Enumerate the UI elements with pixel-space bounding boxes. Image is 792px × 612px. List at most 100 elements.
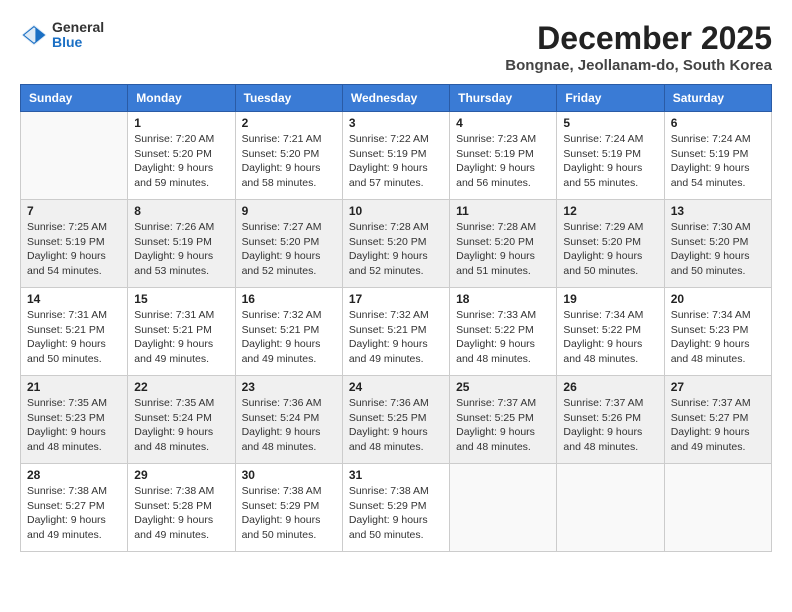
day-number: 13	[671, 204, 765, 218]
calendar-day-cell: 21Sunrise: 7:35 AMSunset: 5:23 PMDayligh…	[21, 376, 128, 464]
calendar-day-cell: 4 Sunrise: 7:23 AMSunset: 5:19 PMDaylight…	[450, 112, 557, 200]
calendar-day-cell: 23 Sunrise: 7:36 AMSunset: 5:24 PMDayligh…	[235, 376, 342, 464]
calendar-table: SundayMondayTuesdayWednesdayThursdayFrid…	[20, 84, 772, 552]
day-number: 6	[671, 116, 765, 130]
day-number: 12	[563, 204, 657, 218]
day-number: 18	[456, 292, 550, 306]
header-saturday: Saturday	[664, 85, 771, 112]
day-info: Sunrise: 7:22 AMSunset: 5:19 PMDaylight:…	[349, 132, 443, 191]
page-header: General Blue December 2025 Bongnae, Jeol…	[20, 20, 772, 74]
calendar-week-row: 28 Sunrise: 7:38 AMSunset: 5:27 PMDayligh…	[21, 464, 772, 552]
day-number: 3	[349, 116, 443, 130]
day-info: Sunrise: 7:24 AMSunset: 5:19 PMDaylight:…	[563, 132, 657, 191]
day-info: Sunrise: 7:37 AMSunset: 5:26 PMDaylight:…	[563, 396, 657, 455]
day-info: Sunrise: 7:33 AMSunset: 5:22 PMDaylight:…	[456, 308, 550, 367]
day-number: 11	[456, 204, 550, 218]
day-number: 10	[349, 204, 443, 218]
day-number: 24	[349, 380, 443, 394]
day-number: 31	[349, 468, 443, 482]
calendar-day-cell: 6Sunrise: 7:24 AMSunset: 5:19 PMDaylight…	[664, 112, 771, 200]
header-friday: Friday	[557, 85, 664, 112]
calendar-day-cell: 16 Sunrise: 7:32 AMSunset: 5:21 PMDayligh…	[235, 288, 342, 376]
day-number: 21	[27, 380, 121, 394]
header-sunday: Sunday	[21, 85, 128, 112]
day-info: Sunrise: 7:38 AMSunset: 5:27 PMDaylight:…	[27, 484, 121, 543]
day-number: 22	[134, 380, 228, 394]
logo-blue-text: Blue	[52, 35, 104, 50]
day-info: Sunrise: 7:38 AMSunset: 5:29 PMDaylight:…	[242, 484, 336, 543]
calendar-day-cell: 26 Sunrise: 7:37 AMSunset: 5:26 PMDayligh…	[557, 376, 664, 464]
day-number: 26	[563, 380, 657, 394]
day-number: 15	[134, 292, 228, 306]
header-tuesday: Tuesday	[235, 85, 342, 112]
calendar-day-cell: 13Sunrise: 7:30 AMSunset: 5:20 PMDayligh…	[664, 200, 771, 288]
day-number: 8	[134, 204, 228, 218]
day-number: 19	[563, 292, 657, 306]
calendar-day-cell: 30 Sunrise: 7:38 AMSunset: 5:29 PMDayligh…	[235, 464, 342, 552]
day-number: 2	[242, 116, 336, 130]
calendar-day-cell: 19Sunrise: 7:34 AMSunset: 5:22 PMDayligh…	[557, 288, 664, 376]
day-info: Sunrise: 7:37 AMSunset: 5:25 PMDaylight:…	[456, 396, 550, 455]
header-wednesday: Wednesday	[342, 85, 449, 112]
calendar-day-cell: 2 Sunrise: 7:21 AMSunset: 5:20 PMDaylight…	[235, 112, 342, 200]
calendar-week-row: 1Sunrise: 7:20 AMSunset: 5:20 PMDaylight…	[21, 112, 772, 200]
calendar-day-cell: 22Sunrise: 7:35 AMSunset: 5:24 PMDayligh…	[128, 376, 235, 464]
calendar-week-row: 14 Sunrise: 7:31 AMSunset: 5:21 PMDayligh…	[21, 288, 772, 376]
logo: General Blue	[20, 20, 104, 51]
day-number: 30	[242, 468, 336, 482]
day-number: 25	[456, 380, 550, 394]
calendar-day-cell: 25 Sunrise: 7:37 AMSunset: 5:25 PMDayligh…	[450, 376, 557, 464]
location-text: Bongnae, Jeollanam-do, South Korea	[505, 57, 772, 74]
day-info: Sunrise: 7:38 AMSunset: 5:28 PMDaylight:…	[134, 484, 228, 543]
calendar-day-cell: 8 Sunrise: 7:26 AMSunset: 5:19 PMDaylight…	[128, 200, 235, 288]
calendar-day-cell: 1Sunrise: 7:20 AMSunset: 5:20 PMDaylight…	[128, 112, 235, 200]
day-info: Sunrise: 7:21 AMSunset: 5:20 PMDaylight:…	[242, 132, 336, 191]
calendar-day-cell: 5 Sunrise: 7:24 AMSunset: 5:19 PMDaylight…	[557, 112, 664, 200]
calendar-day-cell	[21, 112, 128, 200]
calendar-day-cell: 29Sunrise: 7:38 AMSunset: 5:28 PMDayligh…	[128, 464, 235, 552]
calendar-week-row: 21Sunrise: 7:35 AMSunset: 5:23 PMDayligh…	[21, 376, 772, 464]
day-info: Sunrise: 7:34 AMSunset: 5:23 PMDaylight:…	[671, 308, 765, 367]
calendar-header-row: SundayMondayTuesdayWednesdayThursdayFrid…	[21, 85, 772, 112]
day-info: Sunrise: 7:31 AMSunset: 5:21 PMDaylight:…	[134, 308, 228, 367]
day-number: 4	[456, 116, 550, 130]
day-number: 23	[242, 380, 336, 394]
calendar-day-cell: 9 Sunrise: 7:27 AMSunset: 5:20 PMDaylight…	[235, 200, 342, 288]
day-info: Sunrise: 7:32 AMSunset: 5:21 PMDaylight:…	[349, 308, 443, 367]
day-number: 16	[242, 292, 336, 306]
day-info: Sunrise: 7:36 AMSunset: 5:25 PMDaylight:…	[349, 396, 443, 455]
day-number: 20	[671, 292, 765, 306]
calendar-day-cell: 11Sunrise: 7:28 AMSunset: 5:20 PMDayligh…	[450, 200, 557, 288]
calendar-day-cell: 15 Sunrise: 7:31 AMSunset: 5:21 PMDayligh…	[128, 288, 235, 376]
month-title: December 2025	[505, 20, 772, 57]
day-number: 7	[27, 204, 121, 218]
day-info: Sunrise: 7:23 AMSunset: 5:19 PMDaylight:…	[456, 132, 550, 191]
header-monday: Monday	[128, 85, 235, 112]
calendar-day-cell	[664, 464, 771, 552]
day-info: Sunrise: 7:32 AMSunset: 5:21 PMDaylight:…	[242, 308, 336, 367]
calendar-day-cell	[557, 464, 664, 552]
header-thursday: Thursday	[450, 85, 557, 112]
day-number: 5	[563, 116, 657, 130]
day-info: Sunrise: 7:25 AMSunset: 5:19 PMDaylight:…	[27, 220, 121, 279]
calendar-day-cell: 7 Sunrise: 7:25 AMSunset: 5:19 PMDaylight…	[21, 200, 128, 288]
day-number: 14	[27, 292, 121, 306]
day-info: Sunrise: 7:38 AMSunset: 5:29 PMDaylight:…	[349, 484, 443, 543]
day-info: Sunrise: 7:20 AMSunset: 5:20 PMDaylight:…	[134, 132, 228, 191]
calendar-day-cell: 28 Sunrise: 7:38 AMSunset: 5:27 PMDayligh…	[21, 464, 128, 552]
day-info: Sunrise: 7:26 AMSunset: 5:19 PMDaylight:…	[134, 220, 228, 279]
calendar-day-cell: 27Sunrise: 7:37 AMSunset: 5:27 PMDayligh…	[664, 376, 771, 464]
calendar-day-cell: 20 Sunrise: 7:34 AMSunset: 5:23 PMDayligh…	[664, 288, 771, 376]
day-info: Sunrise: 7:29 AMSunset: 5:20 PMDaylight:…	[563, 220, 657, 279]
day-number: 28	[27, 468, 121, 482]
title-block: December 2025 Bongnae, Jeollanam-do, Sou…	[505, 20, 772, 74]
calendar-day-cell: 10Sunrise: 7:28 AMSunset: 5:20 PMDayligh…	[342, 200, 449, 288]
day-info: Sunrise: 7:36 AMSunset: 5:24 PMDaylight:…	[242, 396, 336, 455]
day-info: Sunrise: 7:27 AMSunset: 5:20 PMDaylight:…	[242, 220, 336, 279]
calendar-day-cell: 18 Sunrise: 7:33 AMSunset: 5:22 PMDayligh…	[450, 288, 557, 376]
calendar-day-cell: 17Sunrise: 7:32 AMSunset: 5:21 PMDayligh…	[342, 288, 449, 376]
calendar-day-cell: 24 Sunrise: 7:36 AMSunset: 5:25 PMDayligh…	[342, 376, 449, 464]
day-info: Sunrise: 7:31 AMSunset: 5:21 PMDaylight:…	[27, 308, 121, 367]
day-number: 9	[242, 204, 336, 218]
logo-text: General Blue	[52, 20, 104, 51]
